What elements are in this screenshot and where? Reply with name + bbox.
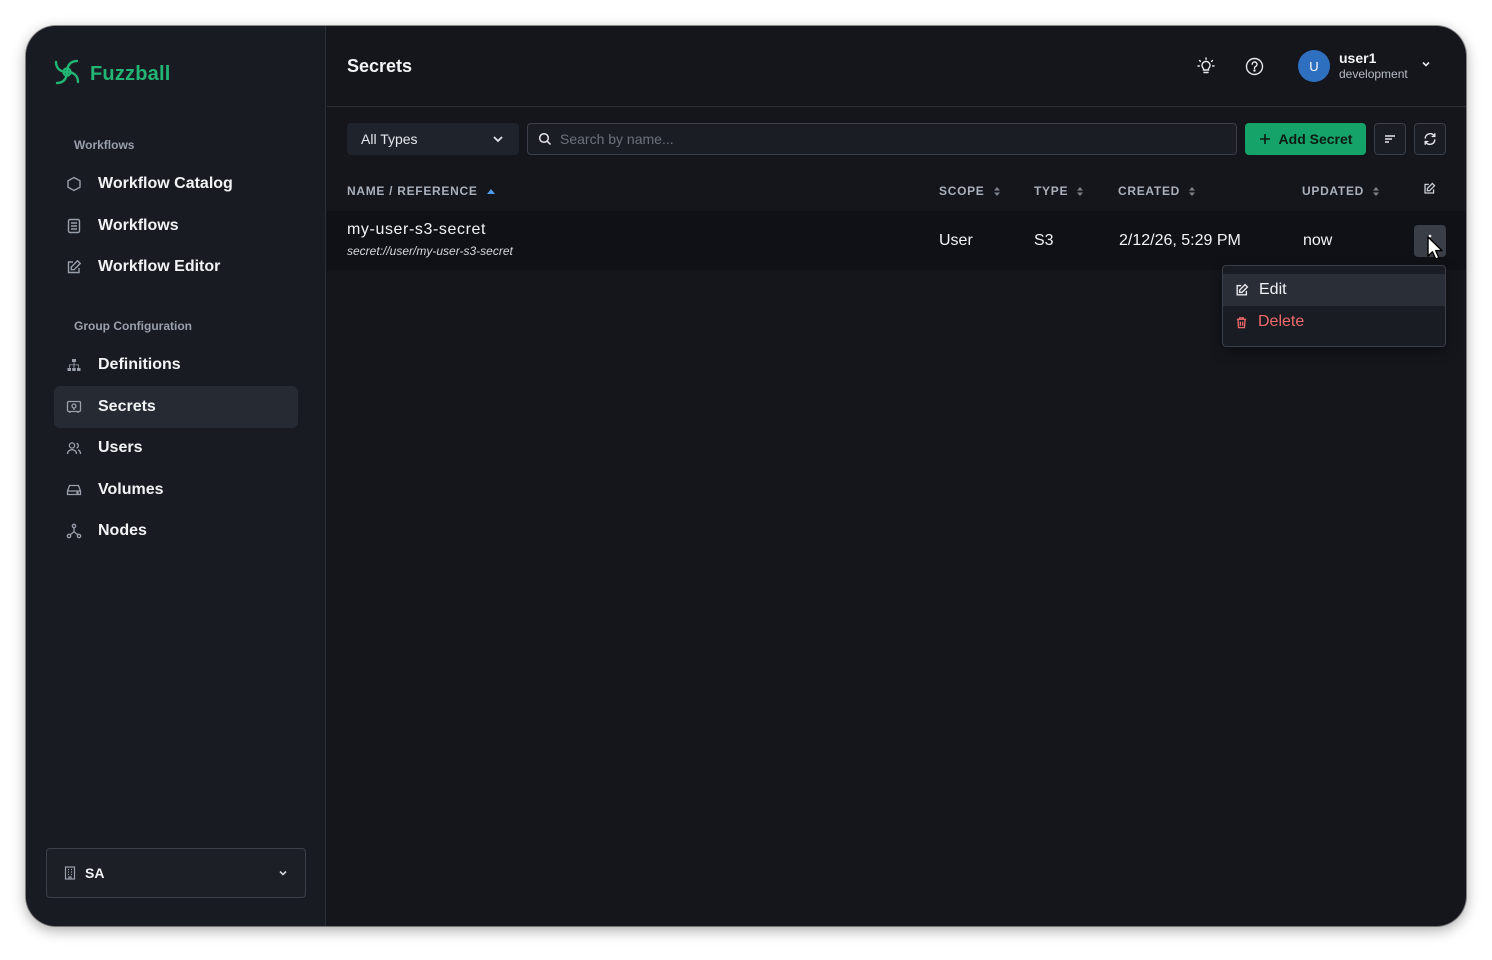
sidebar-item-label: Workflows [98, 217, 179, 234]
sidebar-item-label: Users [98, 439, 143, 456]
trash-icon [1235, 316, 1248, 329]
search-input[interactable] [560, 131, 1200, 147]
edit-icon [66, 259, 82, 275]
sidebar-item-definitions[interactable]: Definitions [54, 344, 298, 386]
search-box [527, 123, 1237, 155]
chevron-down-icon [491, 132, 505, 146]
lightbulb-icon [1197, 57, 1215, 75]
hexagon-icon [66, 176, 82, 192]
menu-item-edit[interactable]: Edit [1223, 274, 1445, 306]
help-circle-icon [1245, 57, 1264, 76]
edit-icon [1235, 283, 1249, 297]
app-name: Fuzzball [90, 63, 171, 85]
secret-name: my-user-s3-secret [347, 221, 487, 238]
type-filter-value: All Types [361, 131, 418, 147]
column-header-label: SCOPE [939, 184, 985, 198]
sort-lines-icon [1383, 132, 1397, 146]
sidebar-item-label: Nodes [98, 522, 147, 539]
sort-button[interactable] [1374, 123, 1406, 155]
sidebar-item-label: Workflow Catalog [98, 175, 233, 192]
column-header-label: TYPE [1034, 184, 1069, 198]
menu-item-delete[interactable]: Delete [1223, 306, 1445, 338]
sort-icon [993, 186, 1001, 197]
fuzzball-logo-icon [52, 57, 82, 92]
sidebar-item-volumes[interactable]: Volumes [54, 469, 298, 511]
sidebar-item-users[interactable]: Users [54, 427, 298, 469]
avatar[interactable]: U [1298, 50, 1330, 82]
sidebar-item-workflows[interactable]: Workflows [54, 205, 298, 247]
column-header-scope[interactable]: SCOPE [939, 184, 1001, 198]
nodes-icon [66, 523, 82, 539]
chevron-down-icon [277, 867, 289, 879]
section-label-group-configuration: Group Configuration [74, 319, 192, 333]
column-header-name[interactable]: NAME / REFERENCE [347, 184, 496, 198]
refresh-button[interactable] [1414, 123, 1446, 155]
user-environment: development [1339, 67, 1408, 81]
add-secret-label: Add Secret [1278, 131, 1353, 147]
plus-icon [1259, 133, 1271, 145]
sort-icon [1076, 186, 1084, 197]
search-icon [538, 132, 552, 146]
column-header-updated[interactable]: UPDATED [1302, 184, 1380, 198]
users-icon [66, 440, 82, 456]
column-settings-button[interactable] [1423, 182, 1436, 195]
user-menu-chevron-down-icon[interactable] [1420, 58, 1432, 70]
top-bar: Secrets U user1 development [327, 26, 1466, 107]
column-header-label: UPDATED [1302, 184, 1365, 198]
help-button[interactable] [1242, 54, 1266, 78]
sidebar-item-nodes[interactable]: Nodes [54, 510, 298, 552]
menu-item-label: Delete [1258, 313, 1305, 330]
column-header-label: CREATED [1118, 184, 1181, 198]
mouse-cursor-icon [1426, 236, 1446, 267]
organization-name: SA [85, 865, 105, 881]
page-title: Secrets [347, 56, 413, 76]
sidebar-item-secrets[interactable]: Secrets [54, 386, 298, 428]
user-name: user1 [1339, 50, 1377, 66]
sidebar-item-label: Secrets [98, 398, 156, 415]
sitemap-icon [66, 357, 82, 373]
secret-icon [66, 399, 82, 415]
sidebar-item-workflow-editor[interactable]: Workflow Editor [54, 246, 298, 288]
sidebar: Fuzzball Workflows Workflow Catalog Work… [26, 26, 326, 926]
secret-scope: User [939, 232, 973, 249]
secret-reference: secret://user/my-user-s3-secret [347, 244, 513, 258]
sidebar-item-label: Definitions [98, 356, 181, 373]
list-icon [66, 218, 82, 234]
column-header-created[interactable]: CREATED [1118, 184, 1196, 198]
type-filter-select[interactable]: All Types [347, 123, 519, 155]
column-header-type[interactable]: TYPE [1034, 184, 1084, 198]
secret-updated: now [1303, 232, 1333, 249]
app-window: Fuzzball Workflows Workflow Catalog Work… [26, 26, 1466, 926]
table-row[interactable]: my-user-s3-secret secret://user/my-user-… [327, 211, 1466, 270]
sort-icon [1372, 186, 1380, 197]
logo[interactable]: Fuzzball [52, 57, 171, 92]
add-secret-button[interactable]: Add Secret [1245, 123, 1366, 155]
sort-ascending-icon [486, 187, 496, 195]
organization-select[interactable]: SA [46, 848, 306, 898]
sidebar-item-workflow-catalog[interactable]: Workflow Catalog [54, 163, 298, 205]
column-header-label: NAME / REFERENCE [347, 184, 478, 198]
sidebar-item-label: Workflow Editor [98, 258, 221, 275]
sidebar-item-label: Volumes [98, 481, 164, 498]
row-actions-menu: Edit Delete [1222, 265, 1446, 347]
menu-item-label: Edit [1259, 281, 1287, 298]
secret-type: S3 [1034, 232, 1054, 249]
main-content: Secrets U user1 development All Types Se… [327, 26, 1466, 926]
theme-toggle-button[interactable] [1194, 54, 1218, 78]
refresh-icon [1423, 132, 1437, 146]
building-icon [63, 866, 77, 880]
edit-columns-icon [1423, 182, 1436, 195]
secret-created: 2/12/26, 5:29 PM [1119, 232, 1241, 249]
section-label-workflows: Workflows [74, 138, 135, 152]
hard-drive-icon [66, 482, 82, 498]
sort-icon [1188, 186, 1196, 197]
